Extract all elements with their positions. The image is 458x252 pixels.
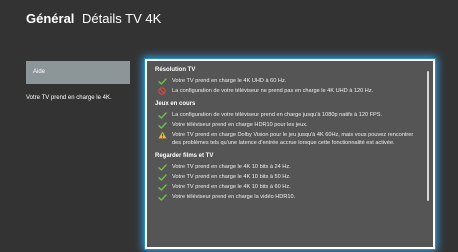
check-icon bbox=[157, 121, 167, 129]
detail-text: Votre téléviseur prend en charge la vidé… bbox=[172, 194, 296, 200]
warning-icon bbox=[157, 131, 167, 139]
page-header: Général Détails TV 4K bbox=[26, 11, 161, 26]
check-icon bbox=[157, 77, 167, 85]
detail-row: Votre TV prend en charge le 4K 10 bits à… bbox=[155, 163, 419, 171]
check-icon bbox=[157, 163, 167, 171]
scrollbar[interactable] bbox=[427, 71, 429, 201]
detail-row: Votre TV prend en charge le 4K 10 bits à… bbox=[155, 173, 419, 181]
detail-text: Votre TV prend en charge le 4K 10 bits à… bbox=[172, 174, 291, 180]
detail-row: Votre TV prend en charge le 4K UHD à 60 … bbox=[155, 77, 419, 85]
check-icon bbox=[157, 111, 167, 119]
detail-row: Votre téléviseur prend en charge la vidé… bbox=[155, 193, 419, 201]
tv-summary-text: Votre TV prend en charge le 4K. bbox=[26, 95, 112, 101]
detail-text: Votre TV prend en charge Dolby Vision po… bbox=[172, 132, 414, 146]
detail-row: La configuration de votre téléviseur pre… bbox=[155, 111, 419, 119]
check-icon bbox=[157, 193, 167, 201]
detail-row: Votre téléviseur prend en charge HDR10 p… bbox=[155, 121, 419, 129]
page-title: Détails TV 4K bbox=[82, 11, 162, 26]
detail-text: Votre TV prend en charge le 4K 10 bits à… bbox=[172, 184, 291, 190]
detail-text: La configuration de votre téléviseur ne … bbox=[172, 88, 374, 94]
category-title: Général bbox=[26, 11, 75, 26]
detail-text: Votre téléviseur prend en charge HDR10 p… bbox=[172, 122, 308, 128]
blocked-icon bbox=[157, 87, 167, 95]
check-icon bbox=[157, 183, 167, 191]
detail-row: La configuration de votre téléviseur ne … bbox=[155, 87, 419, 95]
detail-row: Votre TV prend en charge Dolby Vision po… bbox=[155, 131, 419, 147]
details-panel[interactable]: Résolution TV Votre TV prend en charge le… bbox=[145, 59, 435, 249]
detail-text: Votre TV prend en charge le 4K 10 bits à… bbox=[172, 164, 291, 170]
section-title: Résolution TV bbox=[155, 67, 196, 73]
detail-row: Votre TV prend en charge le 4K 10 bits à… bbox=[155, 183, 419, 191]
detail-text: La configuration de votre téléviseur pre… bbox=[172, 112, 383, 118]
detail-text: Votre TV prend en charge le 4K UHD à 60 … bbox=[172, 78, 287, 84]
details-list: Résolution TV Votre TV prend en charge le… bbox=[155, 67, 419, 203]
check-icon bbox=[157, 173, 167, 181]
help-button[interactable]: Aide bbox=[26, 61, 130, 84]
section-title: Jeux en cours bbox=[155, 101, 196, 107]
section-title: Regarder films et TV bbox=[155, 153, 214, 159]
